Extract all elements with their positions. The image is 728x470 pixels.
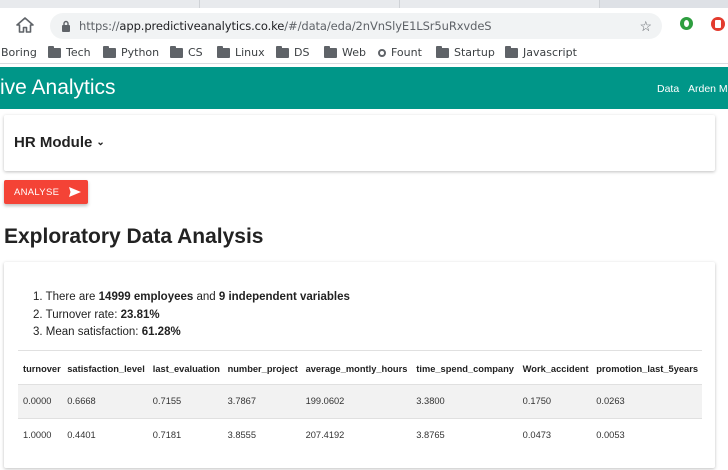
- bookmark-tech[interactable]: Tech: [48, 45, 91, 59]
- table-row: 1.0000 0.4401 0.7181 3.8555 207.4192 3.8…: [18, 417, 702, 452]
- module-card: HR Module ⌄: [4, 115, 715, 171]
- bookmark-cs[interactable]: CS: [170, 45, 203, 59]
- table-cell: 207.4192: [300, 417, 412, 452]
- folder-icon: [436, 45, 449, 58]
- table-cell: 3.7867: [222, 383, 301, 418]
- table-cell: 3.8765: [411, 417, 518, 452]
- table-header-row: turnover satisfaction_level last_evaluat…: [18, 354, 702, 384]
- column-header: number_project: [227, 363, 298, 374]
- bookmark-ds[interactable]: DS: [276, 45, 309, 59]
- browser-tab-strip: [0, 0, 728, 8]
- table-cell: 0.0473: [517, 417, 592, 452]
- bookmark-fount[interactable]: Fount: [378, 46, 422, 59]
- page-title: Exploratory Data Analysis: [4, 225, 264, 248]
- folder-icon: [48, 45, 61, 58]
- analyse-button[interactable]: ANALYSE: [4, 180, 88, 204]
- folder-icon: [324, 45, 337, 58]
- module-title: HR Module: [14, 134, 93, 151]
- home-icon[interactable]: [16, 17, 34, 33]
- bookmark-web[interactable]: Web: [324, 45, 366, 59]
- column-header: Work_accident: [522, 363, 589, 374]
- app-header: ive Analytics Data Arden Mo: [0, 67, 728, 109]
- nav-data-link[interactable]: Data: [657, 83, 679, 95]
- bookmark-python[interactable]: Python: [103, 45, 159, 59]
- table-cell: 0.7155: [147, 383, 223, 418]
- url-text[interactable]: https://app.predictiveanalytics.co.ke/#/…: [79, 19, 492, 33]
- column-header: satisfaction_level: [67, 363, 145, 374]
- analyse-button-label: ANALYSE: [14, 186, 60, 198]
- browser-tab[interactable]: [0, 0, 200, 8]
- bookmarks-bar: Boring Tech Python CS Linux DS Web Fount…: [0, 42, 728, 64]
- fount-icon: [378, 48, 386, 57]
- app-brand[interactable]: ive Analytics: [0, 76, 116, 100]
- column-header: turnover: [23, 363, 61, 374]
- table-cell: 3.3800: [411, 383, 518, 418]
- table-row: 0.0000 0.6668 0.7155 3.7867 199.0602 3.3…: [18, 383, 702, 418]
- folder-icon: [276, 45, 289, 58]
- eda-table: turnover satisfaction_level last_evaluat…: [18, 354, 702, 452]
- browser-tab[interactable]: [200, 0, 400, 8]
- stat-item: 1. There are 14999 employees and 9 indep…: [33, 291, 350, 303]
- module-dropdown[interactable]: HR Module ⌄: [14, 134, 105, 151]
- divider: [18, 350, 702, 351]
- table-cell: 0.7181: [147, 417, 223, 452]
- address-bar[interactable]: https://app.predictiveanalytics.co.ke/#/…: [50, 13, 662, 39]
- folder-icon: [505, 45, 518, 58]
- browser-tab[interactable]: [400, 0, 600, 8]
- stats-list: 1. There are 14999 employees and 9 indep…: [33, 289, 350, 342]
- bookmark-boring[interactable]: Boring: [1, 46, 37, 59]
- table-cell: 0.4401: [62, 417, 148, 452]
- table-cell: 0.0000: [18, 383, 63, 418]
- stat-item: 2. Turnover rate: 23.81%: [33, 308, 160, 321]
- chevron-down-icon: ⌄: [96, 137, 105, 148]
- eda-card: 1. There are 14999 employees and 9 indep…: [4, 262, 715, 468]
- bookmark-startup[interactable]: Startup: [436, 45, 495, 59]
- table-cell: 0.0263: [591, 383, 702, 418]
- table-cell: 1.0000: [18, 417, 63, 452]
- browser-toolbar: https://app.predictiveanalytics.co.ke/#/…: [0, 8, 728, 42]
- table-cell: 0.6668: [62, 383, 148, 418]
- extension-icon[interactable]: [680, 17, 693, 30]
- column-header: time_spend_company: [416, 363, 514, 374]
- table-cell: 199.0602: [300, 383, 412, 418]
- bookmark-javascript[interactable]: Javascript: [505, 45, 577, 59]
- table-cell: 0.0053: [591, 417, 702, 452]
- extension-icon[interactable]: [711, 17, 725, 31]
- nav-user-menu[interactable]: Arden Mo: [688, 83, 728, 95]
- column-header: last_evaluation: [152, 363, 220, 374]
- column-header: average_montly_hours: [305, 363, 408, 374]
- lock-icon[interactable]: [61, 20, 71, 32]
- stat-item: 3. Mean satisfaction: 61.28%: [33, 326, 181, 338]
- folder-icon: [103, 45, 116, 58]
- folder-icon: [170, 45, 183, 58]
- table-cell: 0.1750: [517, 383, 592, 418]
- column-header: promotion_last_5years: [596, 363, 699, 374]
- folder-icon: [217, 45, 230, 58]
- send-icon: [69, 187, 82, 197]
- table-cell: 3.8555: [222, 417, 301, 452]
- bookmark-linux[interactable]: Linux: [217, 45, 265, 59]
- bookmark-star-icon[interactable]: ☆: [639, 18, 652, 34]
